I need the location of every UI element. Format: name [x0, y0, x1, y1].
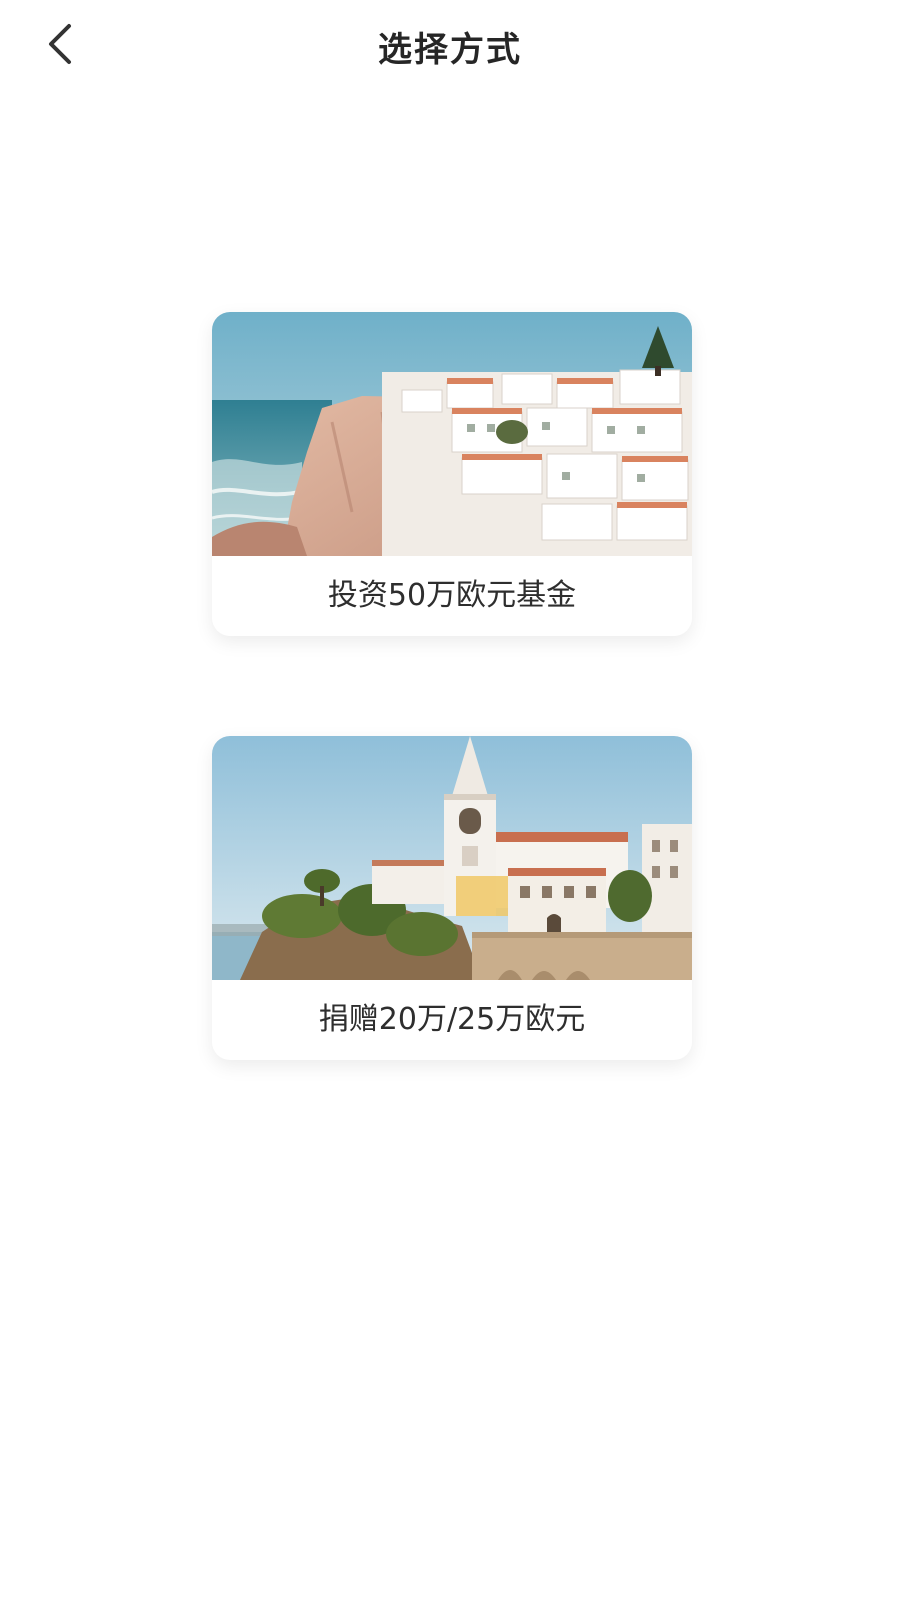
page-title: 选择方式 [378, 30, 522, 70]
coastal-town-photo [212, 312, 692, 556]
option-label: 投资50万欧元基金 [327, 578, 577, 613]
option-card-donation[interactable]: 捐赠20万/25万欧元 [212, 736, 692, 1060]
option-label: 捐赠20万/25万欧元 [318, 1002, 586, 1037]
option-card-fund-investment[interactable]: 投资50万欧元基金 [212, 312, 692, 636]
top-bar: 选择方式 [0, 0, 900, 92]
church-coastal-photo [212, 736, 692, 980]
